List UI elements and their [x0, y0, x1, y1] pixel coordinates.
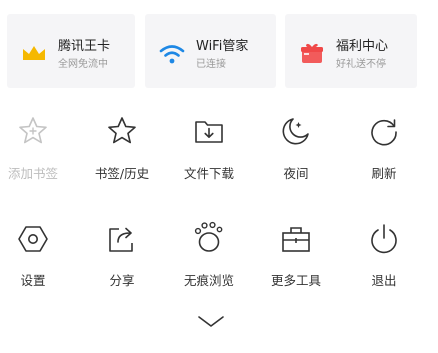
grid-label: 设置 — [20, 273, 46, 288]
grid-item-exit[interactable]: 退出 — [344, 218, 424, 298]
grid-label: 书签/历史 — [94, 166, 150, 181]
crown-icon — [23, 46, 45, 60]
grid-item-add-bookmark[interactable]: 添加书签 — [0, 110, 73, 190]
grid-item-more-tools[interactable]: 更多工具 — [256, 218, 336, 298]
grid-item-night[interactable]: 夜间 — [256, 110, 336, 190]
grid-item-incognito[interactable]: 无痕浏览 — [169, 218, 249, 298]
card-subtitle: 全网免流中 — [58, 59, 108, 70]
grid-item-share[interactable]: 分享 — [82, 218, 162, 298]
card-title: 福利中心 — [336, 39, 389, 54]
settings-hexagon-icon — [18, 226, 48, 252]
grid-item-downloads[interactable]: 文件下载 — [169, 110, 249, 190]
share-icon — [109, 227, 133, 252]
card-title: 腾讯王卡 — [58, 39, 111, 54]
card-welfare[interactable]: 福利中心 好礼送不停 — [285, 14, 417, 88]
grid-label: 添加书签 — [7, 166, 58, 181]
grid-item-bookmarks-history[interactable]: 书签/历史 — [82, 110, 162, 190]
refresh-icon — [371, 119, 397, 146]
card-subtitle: 好礼送不停 — [336, 59, 386, 70]
card-wifi[interactable]: WiFi管家 已连接 — [145, 14, 276, 88]
power-icon — [371, 224, 397, 254]
grid-label: 分享 — [109, 273, 135, 288]
add-bookmark-icon — [19, 117, 47, 144]
grid-label: 文件下载 — [183, 166, 234, 181]
grid-item-settings[interactable]: 设置 — [0, 218, 73, 298]
quick-cards: 腾讯王卡 全网免流中 WiFi管家 已连接 福利中心 好礼送不停 — [0, 0, 438, 90]
moon-icon — [282, 118, 309, 145]
grid-label: 退出 — [371, 273, 397, 288]
grid-label: 刷新 — [371, 166, 397, 181]
star-icon — [108, 117, 136, 144]
grid-item-refresh[interactable]: 刷新 — [344, 110, 424, 190]
toolbox-icon — [282, 227, 310, 252]
card-wangka[interactable]: 腾讯王卡 全网免流中 — [7, 14, 135, 88]
card-title: WiFi管家 — [196, 39, 249, 54]
grid-label: 无痕浏览 — [183, 273, 234, 288]
grid-label: 更多工具 — [270, 273, 321, 288]
card-subtitle: 已连接 — [196, 59, 226, 70]
footprint-icon — [194, 221, 223, 252]
chevron-down-icon[interactable] — [197, 314, 225, 330]
wifi-icon — [159, 45, 185, 64]
download-folder-icon — [195, 121, 223, 143]
grid-label: 夜间 — [283, 166, 309, 181]
gift-icon — [301, 43, 323, 63]
